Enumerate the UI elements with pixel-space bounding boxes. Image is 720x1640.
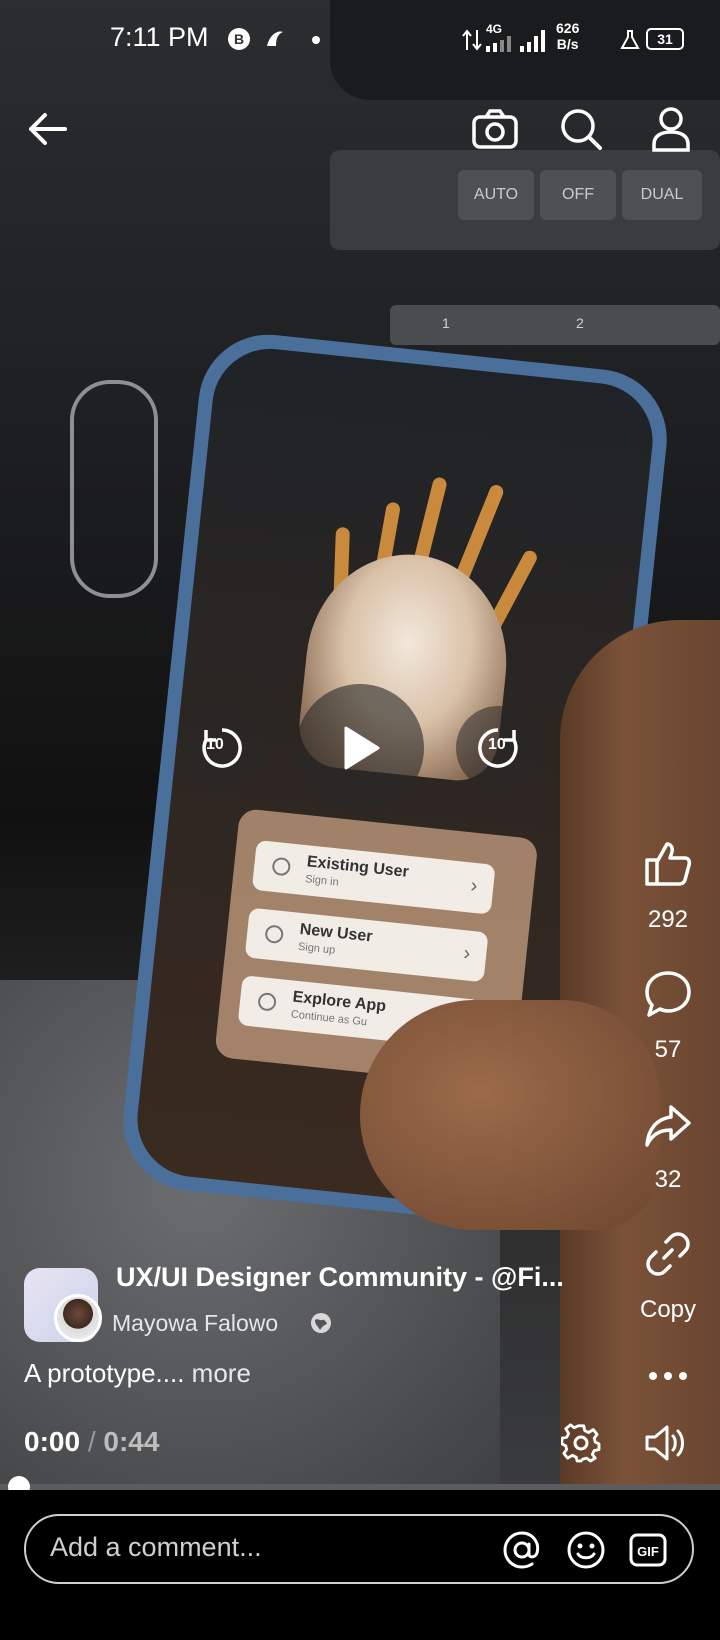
group-name[interactable]: UX/UI Designer Community - @Fi...	[116, 1262, 564, 1293]
copy-link-button[interactable]	[640, 1226, 696, 1282]
camera-icon	[472, 109, 518, 149]
search-icon	[561, 109, 602, 150]
app-notification-icon: B	[228, 28, 250, 50]
globe-icon	[310, 1312, 332, 1339]
menu-row-subtitle: Sign in	[304, 873, 340, 889]
comment-count: 57	[654, 1036, 682, 1063]
share-arrow-icon	[645, 1105, 691, 1147]
more-options-button[interactable]	[640, 1356, 696, 1396]
at-sign-icon	[503, 1531, 540, 1569]
thumbs-up-icon	[645, 842, 692, 886]
menu-row-existing-user: Existing User Sign in ›	[251, 839, 496, 915]
svg-text:GIF: GIF	[637, 1544, 659, 1559]
signal-icon-2	[520, 30, 550, 57]
link-icon	[646, 1232, 690, 1276]
forward-10-button[interactable]: 10	[456, 706, 540, 790]
battery-level: 31	[657, 31, 673, 47]
back-button[interactable]	[22, 104, 72, 154]
status-bar: 7:11 PM B 4G 626 B/s 31	[0, 0, 720, 80]
like-count: 292	[647, 906, 689, 933]
author-name[interactable]: Mayowa Falowo	[112, 1310, 278, 1337]
comment-placeholder[interactable]: Add a comment...	[50, 1532, 262, 1563]
more-notifications-dot	[312, 36, 320, 44]
comment-bubble-icon	[645, 971, 691, 1017]
gif-icon: GIF	[629, 1533, 667, 1567]
dash-button-auto: AUTO	[458, 170, 534, 220]
settings-button[interactable]	[558, 1420, 604, 1466]
flask-icon	[620, 30, 640, 55]
gear-icon	[561, 1423, 601, 1463]
dash-button-off: OFF	[540, 170, 616, 220]
current-time: 0:00	[24, 1426, 81, 1457]
mention-button[interactable]	[500, 1528, 544, 1572]
share-button[interactable]	[640, 1098, 696, 1154]
net-speed-unit: B/s	[556, 36, 579, 52]
arrow-left-icon	[29, 113, 67, 145]
share-count: 32	[654, 1166, 682, 1193]
person-icon	[652, 107, 690, 152]
battery-icon: 31	[646, 28, 684, 50]
volume-button[interactable]	[640, 1420, 690, 1466]
keychain	[70, 380, 158, 598]
rewind-seconds: 10	[206, 736, 224, 753]
camera-button[interactable]	[470, 104, 520, 154]
caption-text: A prototype....	[24, 1358, 185, 1388]
post-caption: A prototype.... more	[24, 1358, 251, 1389]
gif-button[interactable]: GIF	[626, 1528, 670, 1572]
time-separator: /	[87, 1426, 96, 1457]
thumb	[360, 1000, 660, 1230]
play-button[interactable]	[296, 684, 424, 812]
comment-button[interactable]	[640, 966, 696, 1022]
video-timecode: 0:00 / 0:44	[24, 1426, 159, 1458]
copy-label[interactable]: Copy	[628, 1296, 708, 1324]
speaker-icon	[645, 1425, 684, 1461]
search-button[interactable]	[556, 104, 606, 154]
data-transfer-icon	[462, 28, 482, 57]
dash-button-dual: DUAL	[622, 170, 702, 220]
bird-notification-icon	[264, 28, 286, 50]
chevron-right-icon: ›	[462, 942, 472, 965]
video-duration: 0:44	[103, 1426, 160, 1457]
see-more-link[interactable]: more	[192, 1358, 251, 1388]
network-type: 4G	[486, 22, 503, 36]
profile-button[interactable]	[646, 104, 696, 154]
users-icon	[271, 856, 292, 877]
net-speed-value: 626	[556, 20, 580, 36]
smiley-icon	[567, 1531, 605, 1569]
author-avatar[interactable]	[54, 1294, 102, 1342]
play-icon	[344, 726, 380, 770]
signal-icon-1	[486, 36, 516, 57]
status-time: 7:11 PM	[110, 22, 209, 52]
dash-strip-label-2: 2	[576, 315, 584, 331]
dash-strip-label-1: 1	[442, 315, 450, 331]
emoji-button[interactable]	[564, 1528, 608, 1572]
forward-seconds: 10	[488, 736, 506, 753]
user-icon	[264, 924, 285, 945]
more-dots-icon	[649, 1372, 687, 1380]
menu-row-new-user: New User Sign up ›	[244, 907, 489, 983]
rewind-10-button[interactable]: 10	[180, 706, 264, 790]
menu-row-subtitle: Sign up	[297, 940, 336, 957]
dashboard-strip: 1 2	[390, 305, 720, 345]
compass-icon	[257, 991, 278, 1012]
like-button[interactable]	[640, 836, 696, 892]
net-speed: 626 B/s	[556, 20, 579, 52]
chevron-right-icon: ›	[469, 874, 479, 898]
